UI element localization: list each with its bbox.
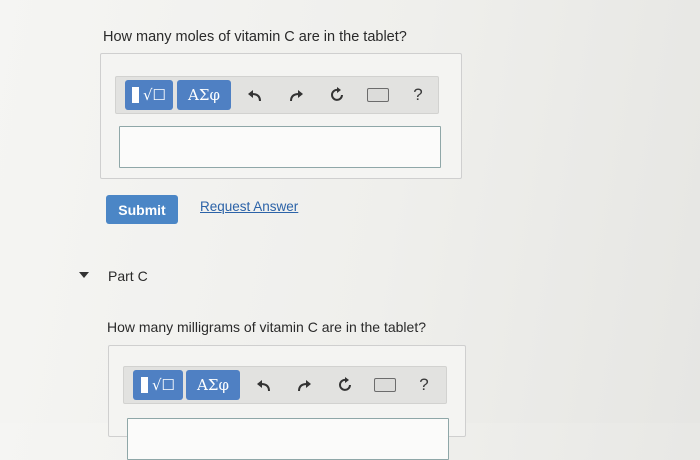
greek-label: ΑΣφ <box>197 376 229 394</box>
answer-input-part-b[interactable] <box>119 126 441 168</box>
question-part-b: How many moles of vitamin C are in the t… <box>103 29 407 45</box>
templates-label: √☐ <box>151 376 175 394</box>
greek-symbols-button[interactable]: ΑΣφ <box>186 370 240 400</box>
help-button[interactable]: ? <box>412 373 436 397</box>
submit-button[interactable]: Submit <box>106 195 178 224</box>
greek-label: ΑΣφ <box>188 86 220 104</box>
answer-panel-part-c: √☐ ΑΣφ ? <box>108 345 466 460</box>
part-c-label[interactable]: Part C <box>108 268 148 284</box>
undo-icon[interactable] <box>243 83 267 107</box>
redo-icon[interactable] <box>284 83 308 107</box>
cursor-block-icon <box>131 87 139 103</box>
redo-icon[interactable] <box>292 373 316 397</box>
help-label: ? <box>413 85 423 104</box>
question-part-c: How many milligrams of vitamin C are in … <box>107 319 427 335</box>
reset-icon[interactable] <box>325 83 349 107</box>
answer-panel-part-b: √☐ ΑΣφ ? <box>100 53 462 179</box>
collapse-caret-icon[interactable] <box>79 272 89 278</box>
undo-icon[interactable] <box>252 373 276 397</box>
greek-symbols-button[interactable]: ΑΣφ <box>177 80 231 110</box>
help-button[interactable]: ? <box>406 83 430 107</box>
math-toolbar-part-b: √☐ ΑΣφ ? <box>115 76 439 114</box>
templates-label: √☐ <box>142 86 166 104</box>
templates-button[interactable]: √☐ <box>125 80 173 110</box>
math-toolbar-part-c: √☐ ΑΣφ ? <box>123 366 447 404</box>
answer-input-part-c[interactable] <box>127 418 449 460</box>
templates-button[interactable]: √☐ <box>133 370 183 400</box>
help-label: ? <box>419 375 429 394</box>
cursor-block-icon <box>140 377 148 393</box>
keyboard-icon[interactable] <box>366 83 390 107</box>
request-answer-link[interactable]: Request Answer <box>200 199 298 214</box>
keyboard-icon[interactable] <box>373 373 397 397</box>
reset-icon[interactable] <box>333 373 357 397</box>
